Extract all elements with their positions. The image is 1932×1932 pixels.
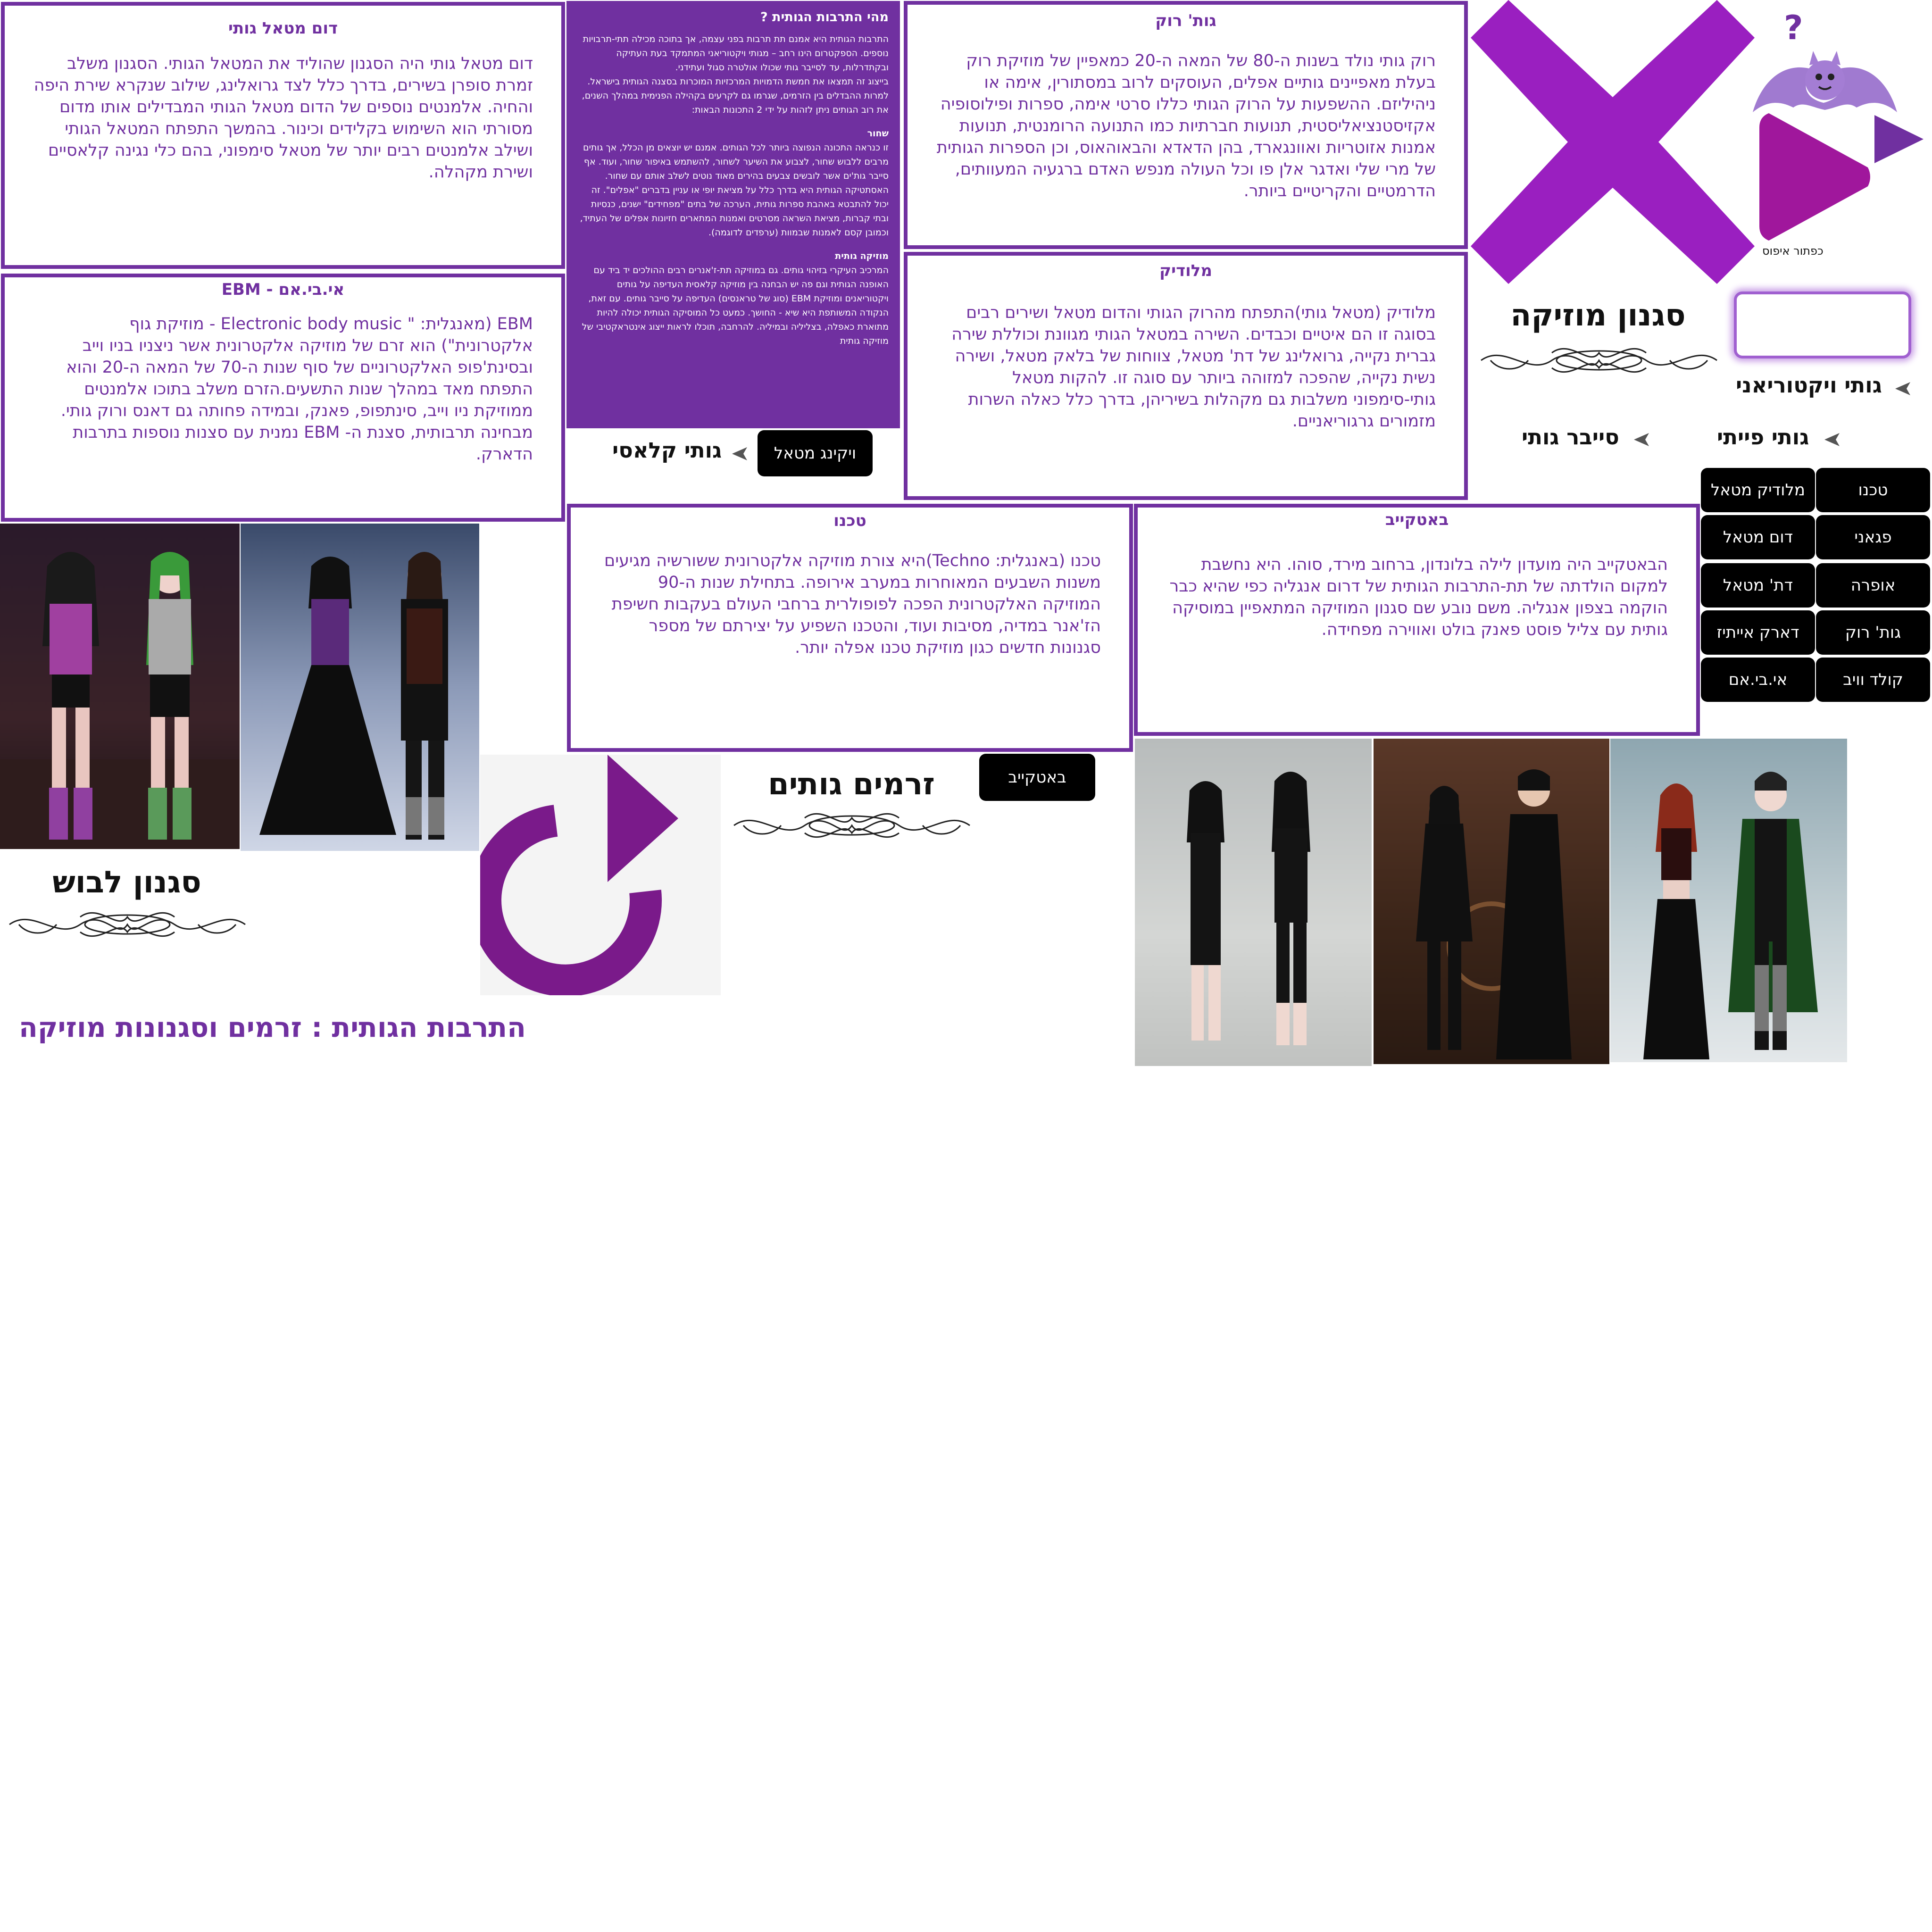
search-input[interactable]: [1734, 291, 1911, 358]
doom-metal-text: דום מטאל גותי היה הסגנון שהוליד את המטאל…: [33, 54, 533, 182]
viking-metal-button[interactable]: ויקינג מטאל: [758, 430, 873, 476]
melodic-title: מלודיק: [1159, 261, 1212, 280]
music-button-goth-rock[interactable]: גות' רוק: [1816, 610, 1930, 655]
reset-icon-container[interactable]: [469, 755, 721, 997]
intro-panel: מהי התרבות הגותית ? התרבות הגותית היא אמ…: [566, 1, 900, 428]
goth-streams-heading: זרמים גותים: [768, 767, 935, 802]
bat-help-icon[interactable]: [1753, 51, 1897, 117]
music-button-melodic-metal[interactable]: מלודיק מטאל: [1701, 468, 1815, 512]
victorian-goth-label[interactable]: גותי ויקטוריאני: [1736, 373, 1882, 398]
goth-rock-title: גות' רוק: [1155, 11, 1216, 30]
intro-black-heading: שחור: [867, 128, 889, 139]
goth-rock-text: רוק גותי נולד בשנות ה-80 של המאה ה-20 כמ…: [936, 51, 1436, 200]
play-icon-large[interactable]: [1759, 113, 1871, 241]
goth-characters-image-5: [1610, 739, 1847, 1062]
music-button-cold-wave[interactable]: קולד וויב: [1816, 658, 1930, 702]
ornament-music: [1481, 348, 1717, 373]
ornament-clothing: [9, 912, 246, 937]
doom-metal-title: דום מטאל גותי: [228, 19, 338, 38]
music-button-opera[interactable]: אופרה: [1816, 563, 1930, 608]
techno-title: טכנו: [833, 511, 866, 530]
intro-music-text: המרכיב העיקרי בזיהוי גותים. גם במוזיקה ת…: [582, 265, 889, 346]
help-question-mark[interactable]: ?: [1784, 8, 1803, 47]
ebm-box: אי.בי.אם - EBM EBM (מאנגלית: " Electroni…: [1, 274, 565, 522]
music-button-techno[interactable]: טכנו: [1816, 468, 1930, 512]
batcave-title: באטקייב: [1385, 510, 1449, 529]
intro-title: מהי התרבות הגותית ?: [760, 10, 889, 25]
goth-characters-image-3: [1135, 739, 1372, 1066]
classic-goth-label[interactable]: גותי קלאסי: [612, 438, 722, 463]
melodic-box: מלודיק מלודיק (מטאל גותי)התפתח מהרוק הגו…: [904, 252, 1468, 500]
footer-title: התרבות הגותית : זרמים וסגנונות מוזיקה: [19, 1011, 526, 1043]
fairy-goth-label[interactable]: גותי פייתי: [1717, 425, 1809, 450]
batcave-box: באטקייב הבאטקייב היה מועדון לילה בלונדון…: [1134, 504, 1700, 736]
next-arrow-icon[interactable]: [1874, 115, 1924, 163]
intro-black-text: זו כנראה התכונה הנפוצה ביותר לכל הגותים.…: [580, 142, 889, 238]
leaf-icon: [1634, 433, 1649, 446]
intro-paragraph-1: התרבות הגותית היא אמנם תת תרבות בפני עצמ…: [583, 34, 889, 73]
intro-paragraph-2: בייצוג זה תמצאו את חמשת הדמויות המרכזיות…: [582, 76, 889, 115]
leaf-icon: [732, 447, 747, 460]
refresh-icon[interactable]: [469, 755, 721, 997]
music-button-dark-eighties[interactable]: דארק אייתיז: [1701, 610, 1815, 655]
music-button-doom-metal[interactable]: דום מטאל: [1701, 515, 1815, 559]
goth-characters-image-4: [1374, 739, 1609, 1064]
ornament-streams: [733, 813, 970, 838]
leaf-icon: [1824, 433, 1840, 446]
techno-box: טכנו טכנו (באנגלית: Techno)היא צורת מוזי…: [567, 504, 1133, 752]
goth-rock-box: גות' רוק רוק גותי נולד בשנות ה-80 של המא…: [904, 1, 1468, 249]
goth-characters-image-1: [0, 524, 240, 849]
batcave-text: הבאטקייב היה מועדון לילה בלונדון, ברחוב …: [1169, 555, 1668, 639]
intro-music-heading: מוזיקה גותית: [835, 251, 889, 261]
techno-text: טכנו (באנגלית: Techno)היא צורת מוזיקה אל…: [604, 551, 1101, 657]
batcave-button[interactable]: באטקייב: [979, 754, 1095, 801]
clothing-style-heading: סגנון לבוש: [52, 865, 201, 900]
music-style-heading: סגנון מוזיקה: [1510, 298, 1686, 333]
cyber-goth-label[interactable]: סייבר גותי: [1522, 425, 1619, 450]
close-x-icon[interactable]: [1471, 0, 1755, 284]
doom-metal-box: דום מטאל גותי דום מטאל גותי היה הסגנון ש…: [1, 2, 565, 269]
reset-button-label: כפתור איפוס: [1762, 244, 1824, 258]
ebm-text: EBM (מאנגלית: " Electronic body music - …: [60, 315, 533, 464]
goth-characters-image-2: [241, 524, 479, 851]
melodic-text: מלודיק (מטאל גותי)התפתח מהרוק הגותי והדו…: [951, 303, 1436, 431]
music-button-death-metal[interactable]: דת' מטאל: [1701, 563, 1815, 608]
ebm-title: אי.בי.אם - EBM: [221, 280, 345, 299]
leaf-icon: [1895, 382, 1910, 395]
music-button-ebm[interactable]: אי.בי.אם: [1701, 658, 1815, 702]
music-button-pagan[interactable]: פגאני: [1816, 515, 1930, 559]
